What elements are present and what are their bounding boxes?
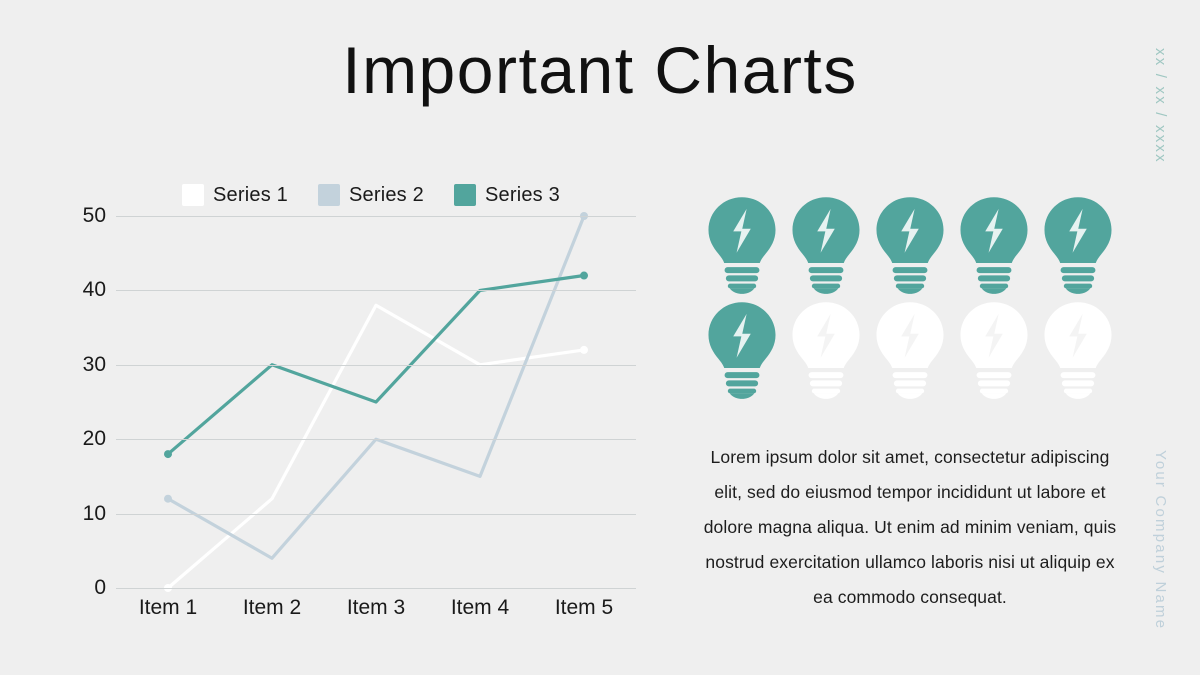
legend-item-1[interactable]: Series 1 [182, 184, 288, 207]
company-name-vertical-label: Your Company Name [1152, 450, 1169, 631]
y-axis-tick: 40 [82, 278, 106, 302]
series-line-1 [166, 303, 586, 590]
gridline [116, 364, 636, 366]
lightbulb-icon [960, 197, 1028, 294]
chart-legend: Series 1 Series 2 Series 3 [182, 180, 560, 210]
gridline [116, 216, 636, 217]
lightbulb-infographic [700, 196, 1120, 406]
x-axis: Item 1 Item 2 Item 3 Item 4 Item 5 [116, 596, 636, 620]
x-axis-tick: Item 1 [138, 596, 198, 619]
x-axis-tick: Item 5 [554, 596, 614, 619]
lightbulb-icon [792, 302, 860, 399]
page-title: Important Charts [342, 33, 858, 107]
lightbulb-icon [1044, 302, 1112, 399]
x-axis-tick: Item 4 [450, 596, 510, 619]
x-axis-tick: Item 3 [346, 596, 406, 619]
series-2-endpoint [164, 494, 172, 503]
legend-item-2[interactable]: Series 2 [317, 183, 424, 207]
y-axis: 0 10 20 30 40 50 [62, 204, 106, 599]
series-line-2 [166, 214, 586, 560]
gridline [116, 439, 636, 441]
gridline [116, 290, 636, 292]
series-3-endpoint [580, 271, 588, 280]
lightbulb-icon [708, 197, 776, 294]
gridline [116, 588, 636, 589]
legend-swatch-3 [453, 184, 476, 206]
y-axis-tick: 20 [82, 427, 106, 451]
series-3-endpoint [164, 450, 172, 459]
y-axis-tick: 50 [82, 204, 106, 227]
legend-label-1: Series 1 [213, 183, 288, 206]
lightbulb-icon [708, 302, 776, 399]
legend-label-3: Series 3 [484, 183, 560, 206]
lightbulb-icon [960, 302, 1028, 399]
series-1-endpoint [580, 345, 588, 354]
gridline [116, 513, 636, 515]
lightbulb-icon [1044, 197, 1112, 294]
date-vertical-label: xx / xx / xxxx [1152, 48, 1169, 164]
y-axis-tick: 0 [94, 576, 106, 599]
plot-canvas [116, 212, 636, 592]
line-chart: Series 1 Series 2 Series 3 0 10 20 30 40 50 Ite… [62, 180, 642, 630]
chart-series-lines [164, 212, 588, 592]
lightbulb-icon [876, 302, 944, 399]
y-axis-tick: 10 [82, 501, 106, 525]
y-axis-tick: 30 [82, 352, 106, 376]
legend-label-2: Series 2 [348, 183, 424, 206]
lightbulb-icon [876, 197, 944, 294]
legend-swatch-1 [182, 184, 204, 206]
chart-plot-area: 0 10 20 30 40 50 Item 1 Item 2 Item 3 Item 4 Item… [62, 204, 642, 630]
lightbulb-icon [792, 197, 860, 294]
legend-item-3[interactable]: Series 3 [453, 183, 560, 207]
legend-swatch-2 [317, 184, 340, 206]
body-paragraph: Lorem ipsum dolor sit amet, consectetur … [703, 447, 1117, 607]
x-axis-tick: Item 2 [242, 596, 302, 619]
slide-canvas: Important Charts xx / xx / xxxx Your Com… [0, 0, 1200, 675]
